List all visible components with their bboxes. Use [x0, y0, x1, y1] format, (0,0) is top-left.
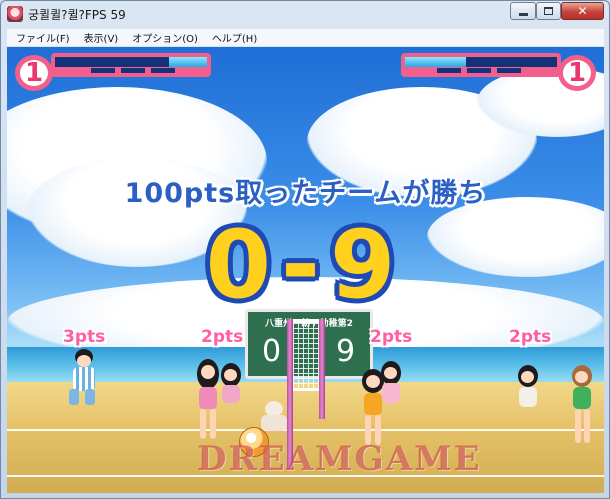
close-icon: ✕ — [577, 4, 588, 18]
right-gauge-fill — [405, 57, 466, 67]
player-pts-label: 3pts — [63, 327, 106, 347]
menu-file[interactable]: ファイル(F) — [11, 30, 75, 45]
right-team-number: 1 — [558, 55, 596, 91]
player-character — [567, 365, 597, 449]
player-character — [217, 363, 245, 411]
window-title: 궁퀼퀼?퀼?FPS 59 — [28, 8, 126, 22]
scoreboard-right-score: 9 — [336, 334, 356, 369]
left-team-gauge — [51, 53, 211, 77]
app-icon[interactable] — [7, 6, 23, 22]
player-character — [377, 361, 405, 411]
minimize-icon — [518, 12, 528, 16]
right-team-gauge — [401, 53, 561, 77]
scoreboard-left-score: 0 — [262, 334, 282, 369]
player-pts-label: 2pts — [201, 327, 244, 347]
game-window: 궁퀼퀼?퀼?FPS 59 ✕ ファイル(F) 表示(V) オプション(O) ヘル… — [0, 0, 610, 499]
player-pts-label: 2pts — [509, 327, 552, 347]
win-condition-text: 100pts取ったチームが勝ち — [124, 178, 487, 209]
maximize-button[interactable] — [536, 2, 561, 20]
maximize-icon — [544, 7, 553, 15]
menu-help[interactable]: ヘルプ(H) — [207, 30, 262, 45]
left-gauge-fill — [169, 57, 207, 67]
menu-options[interactable]: オプション(O) — [127, 30, 203, 45]
dog — [259, 401, 289, 433]
player-pts-label: 2pts — [370, 327, 413, 347]
title-bar[interactable]: 궁퀼퀼?퀼?FPS 59 ✕ — [1, 1, 609, 27]
menu-bar: ファイル(F) 表示(V) オプション(O) ヘルプ(H) — [7, 29, 604, 46]
left-team-number: 1 — [15, 55, 53, 91]
close-button[interactable]: ✕ — [561, 2, 604, 20]
player-character — [63, 349, 103, 409]
minimize-button[interactable] — [510, 2, 536, 20]
net-post-right — [319, 319, 325, 419]
watermark: DREAMGAME — [197, 439, 482, 479]
menu-view[interactable]: 表示(V) — [79, 30, 124, 45]
court-line — [7, 429, 604, 431]
player-character — [513, 365, 543, 411]
match-score: 0-9 — [205, 211, 406, 320]
game-canvas[interactable]: 1 1 100pts取ったチームが勝ち 0-9 八重州一幼 / 幼稚第2 0 9… — [7, 47, 604, 493]
